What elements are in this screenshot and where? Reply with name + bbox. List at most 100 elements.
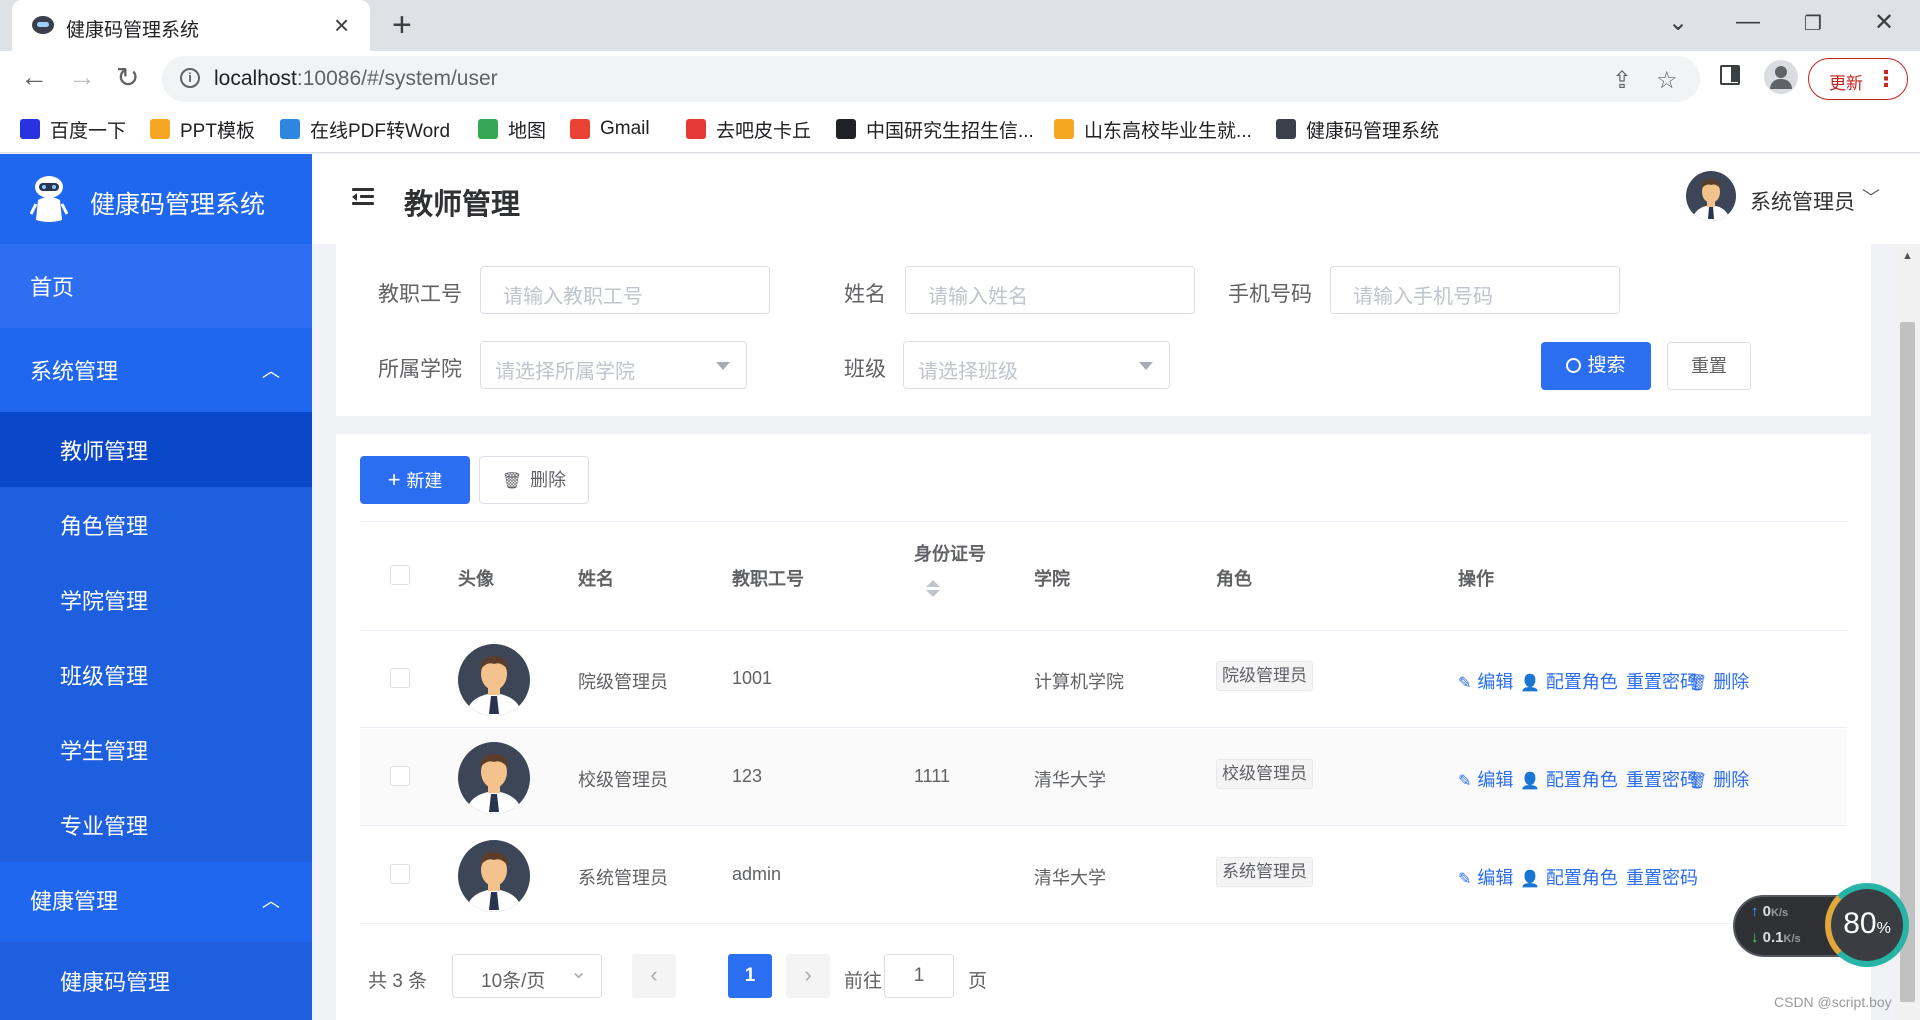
bookmark-item[interactable]: 百度一下 [20,115,126,143]
assign-role-button[interactable]: 👤 配置角色 [1520,766,1618,792]
sidebar-item-label: 学生管理 [60,738,149,764]
page-1-button[interactable]: 1 [728,954,772,998]
sidebar-item-1[interactable]: 角色管理 [0,487,312,562]
delete-row-button[interactable]: 🗑 删除 [1687,668,1749,694]
cell-name: 系统管理员 [578,868,668,888]
sidebar-item-4[interactable]: 学生管理 [0,712,312,787]
sidebar-item-3[interactable]: 班级管理 [0,637,312,712]
chevron-up-icon: ︿ [262,891,280,911]
upload-value: 0 [1762,903,1772,920]
bookmark-item[interactable]: 山东高校毕业生就... [1054,115,1252,143]
table-row[interactable]: 院级管理员 1001 计算机学院 院级管理员 ✎ 编辑 👤 配置角色 重置密码 🗑 删除 [360,631,1847,728]
sidebar-group-health[interactable]: 健康管理 ︿ [0,858,312,942]
prev-page-icon[interactable]: ‹ [632,954,676,998]
sidebar-item-home[interactable]: 首页 [0,244,312,328]
role-tag: 系统管理员 [1216,857,1313,887]
usage-percent: 80% [1843,907,1891,940]
gmail-icon [570,119,590,139]
pdf-icon [280,119,300,139]
tab-close-icon[interactable]: × [334,10,349,41]
cell-staff-no: 1001 [732,668,773,688]
action-label: 配置角色 [1545,868,1618,888]
address-bar[interactable]: i localhost:10086/#/system/user ⇪ ☆ [162,56,1700,102]
cell-college: 清华大学 [1034,770,1106,790]
new-button[interactable]: + 新建 [360,456,470,504]
edit-button[interactable]: ✎ 编辑 [1458,668,1513,694]
bookmark-item[interactable]: 地图 [478,115,546,143]
reload-icon[interactable]: ↻ [116,61,139,94]
collapse-menu-icon[interactable] [352,185,376,209]
assign-role-button[interactable]: 👤 配置角色 [1520,668,1618,694]
tab-search-chevron-icon[interactable]: ⌄ [1668,8,1688,37]
cell-staff-no: admin [732,864,782,884]
col-id-no[interactable]: 身份证号 [914,540,986,566]
sidebar-item-2[interactable]: 学院管理 [0,562,312,637]
maps-icon [478,119,498,139]
table-row[interactable]: 系统管理员 admin 清华大学 系统管理员 ✎ 编辑 👤 配置角色 重置密码 [360,827,1847,924]
edit-button[interactable]: ✎ 编辑 [1458,766,1513,792]
back-arrow-icon[interactable]: ← [20,61,48,93]
new-button-label: 新建 [406,471,443,491]
row-checkbox[interactable] [390,668,410,688]
next-page-icon[interactable]: › [786,954,830,998]
bookmark-star-icon[interactable]: ☆ [1656,66,1678,95]
search-form: 教职工号 请输入教职工号 姓名 请输入姓名 手机号码 请输入手机号码 所属学院 … [336,244,1871,416]
bookmark-item[interactable]: 健康码管理系统 [1276,115,1439,143]
bookmark-item[interactable]: 中国研究生招生信... [836,115,1034,143]
sort-icon[interactable] [926,580,940,600]
update-button[interactable]: 更新 ⋮ [1808,58,1908,100]
class-select[interactable]: 请选择班级 [903,341,1170,389]
page-size-select[interactable]: 10条/页 [452,954,602,998]
graduation-cap-icon [836,119,856,139]
bookmark-item[interactable]: 在线PDF转Word [280,115,450,143]
cell-name: 校级管理员 [578,770,668,790]
sidebar-item-0[interactable]: 教师管理 [0,412,312,487]
forward-arrow-icon[interactable]: → [68,61,96,93]
row-checkbox[interactable] [390,864,410,884]
restore-icon[interactable]: ❐ [1804,11,1822,36]
college-label: 所属学院 [378,358,462,381]
brand: 健康码管理系统 [0,154,312,244]
college-select[interactable]: 请选择所属学院 [480,341,747,389]
bookmark-item[interactable]: PPT模板 [150,115,255,143]
profile-icon[interactable] [1764,60,1798,94]
url-text: localhost:10086/#/system/user [214,67,498,91]
share-icon[interactable]: ⇪ [1612,66,1632,95]
bookmark-item[interactable]: 去吧皮卡丘 [686,115,811,143]
site-info-icon[interactable]: i [180,68,200,88]
scroll-up-icon[interactable]: ▲ [1902,250,1913,262]
bookmarks-bar: 百度一下 PPT模板 在线PDF转Word 地图 Gmail 去吧皮卡丘 中国研究生招生信.… [0,107,1920,153]
minimize-icon[interactable]: — [1736,8,1760,36]
sidebar-item-label: 班级管理 [60,663,149,689]
select-all-checkbox[interactable] [390,565,410,585]
goto-page-input[interactable]: 1 [884,954,954,998]
sidebar-group-system[interactable]: 系统管理 ︿ [0,328,312,412]
tab-title: 健康码管理系统 [66,20,200,41]
download-unit: K/s [1783,933,1801,945]
assign-role-button[interactable]: 👤 配置角色 [1520,864,1618,890]
sidebar-item-health-code[interactable]: 健康码管理 [0,942,312,1020]
delete-row-button[interactable]: 🗑 删除 [1687,766,1749,792]
new-tab-icon[interactable]: + [392,6,412,45]
staff-no-input[interactable]: 请输入教职工号 [480,266,770,314]
browser-tab[interactable]: 健康码管理系统 × [12,0,370,51]
bookmark-item[interactable]: Gmail [570,115,650,143]
chevron-down-icon[interactable]: ﹀ [1862,184,1880,210]
reset-password-button[interactable]: 重置密码 [1626,864,1698,890]
phone-input[interactable]: 请输入手机号码 [1330,266,1620,314]
side-panel-icon[interactable] [1720,65,1740,85]
user-avatar[interactable] [1686,171,1736,221]
row-checkbox[interactable] [390,766,410,786]
sidebar-item-5[interactable]: 专业管理 [0,787,312,862]
robot-logo-icon [30,176,68,222]
delete-button[interactable]: 🗑 删除 [479,456,589,504]
user-name[interactable]: 系统管理员 [1750,186,1855,216]
window-close-icon[interactable]: ✕ [1874,8,1894,37]
reset-button[interactable]: 重置 [1667,342,1751,390]
name-input[interactable]: 请输入姓名 [905,266,1195,314]
edit-button[interactable]: ✎ 编辑 [1458,864,1513,890]
action-label: 重置密码 [1626,868,1698,888]
search-button[interactable]: 搜索 [1541,342,1651,390]
table-row[interactable]: 校级管理员 123 1111 清华大学 校级管理员 ✎ 编辑 👤 配置角色 重置密码 🗑 删除 [360,729,1847,826]
cell-college: 计算机学院 [1034,672,1124,692]
